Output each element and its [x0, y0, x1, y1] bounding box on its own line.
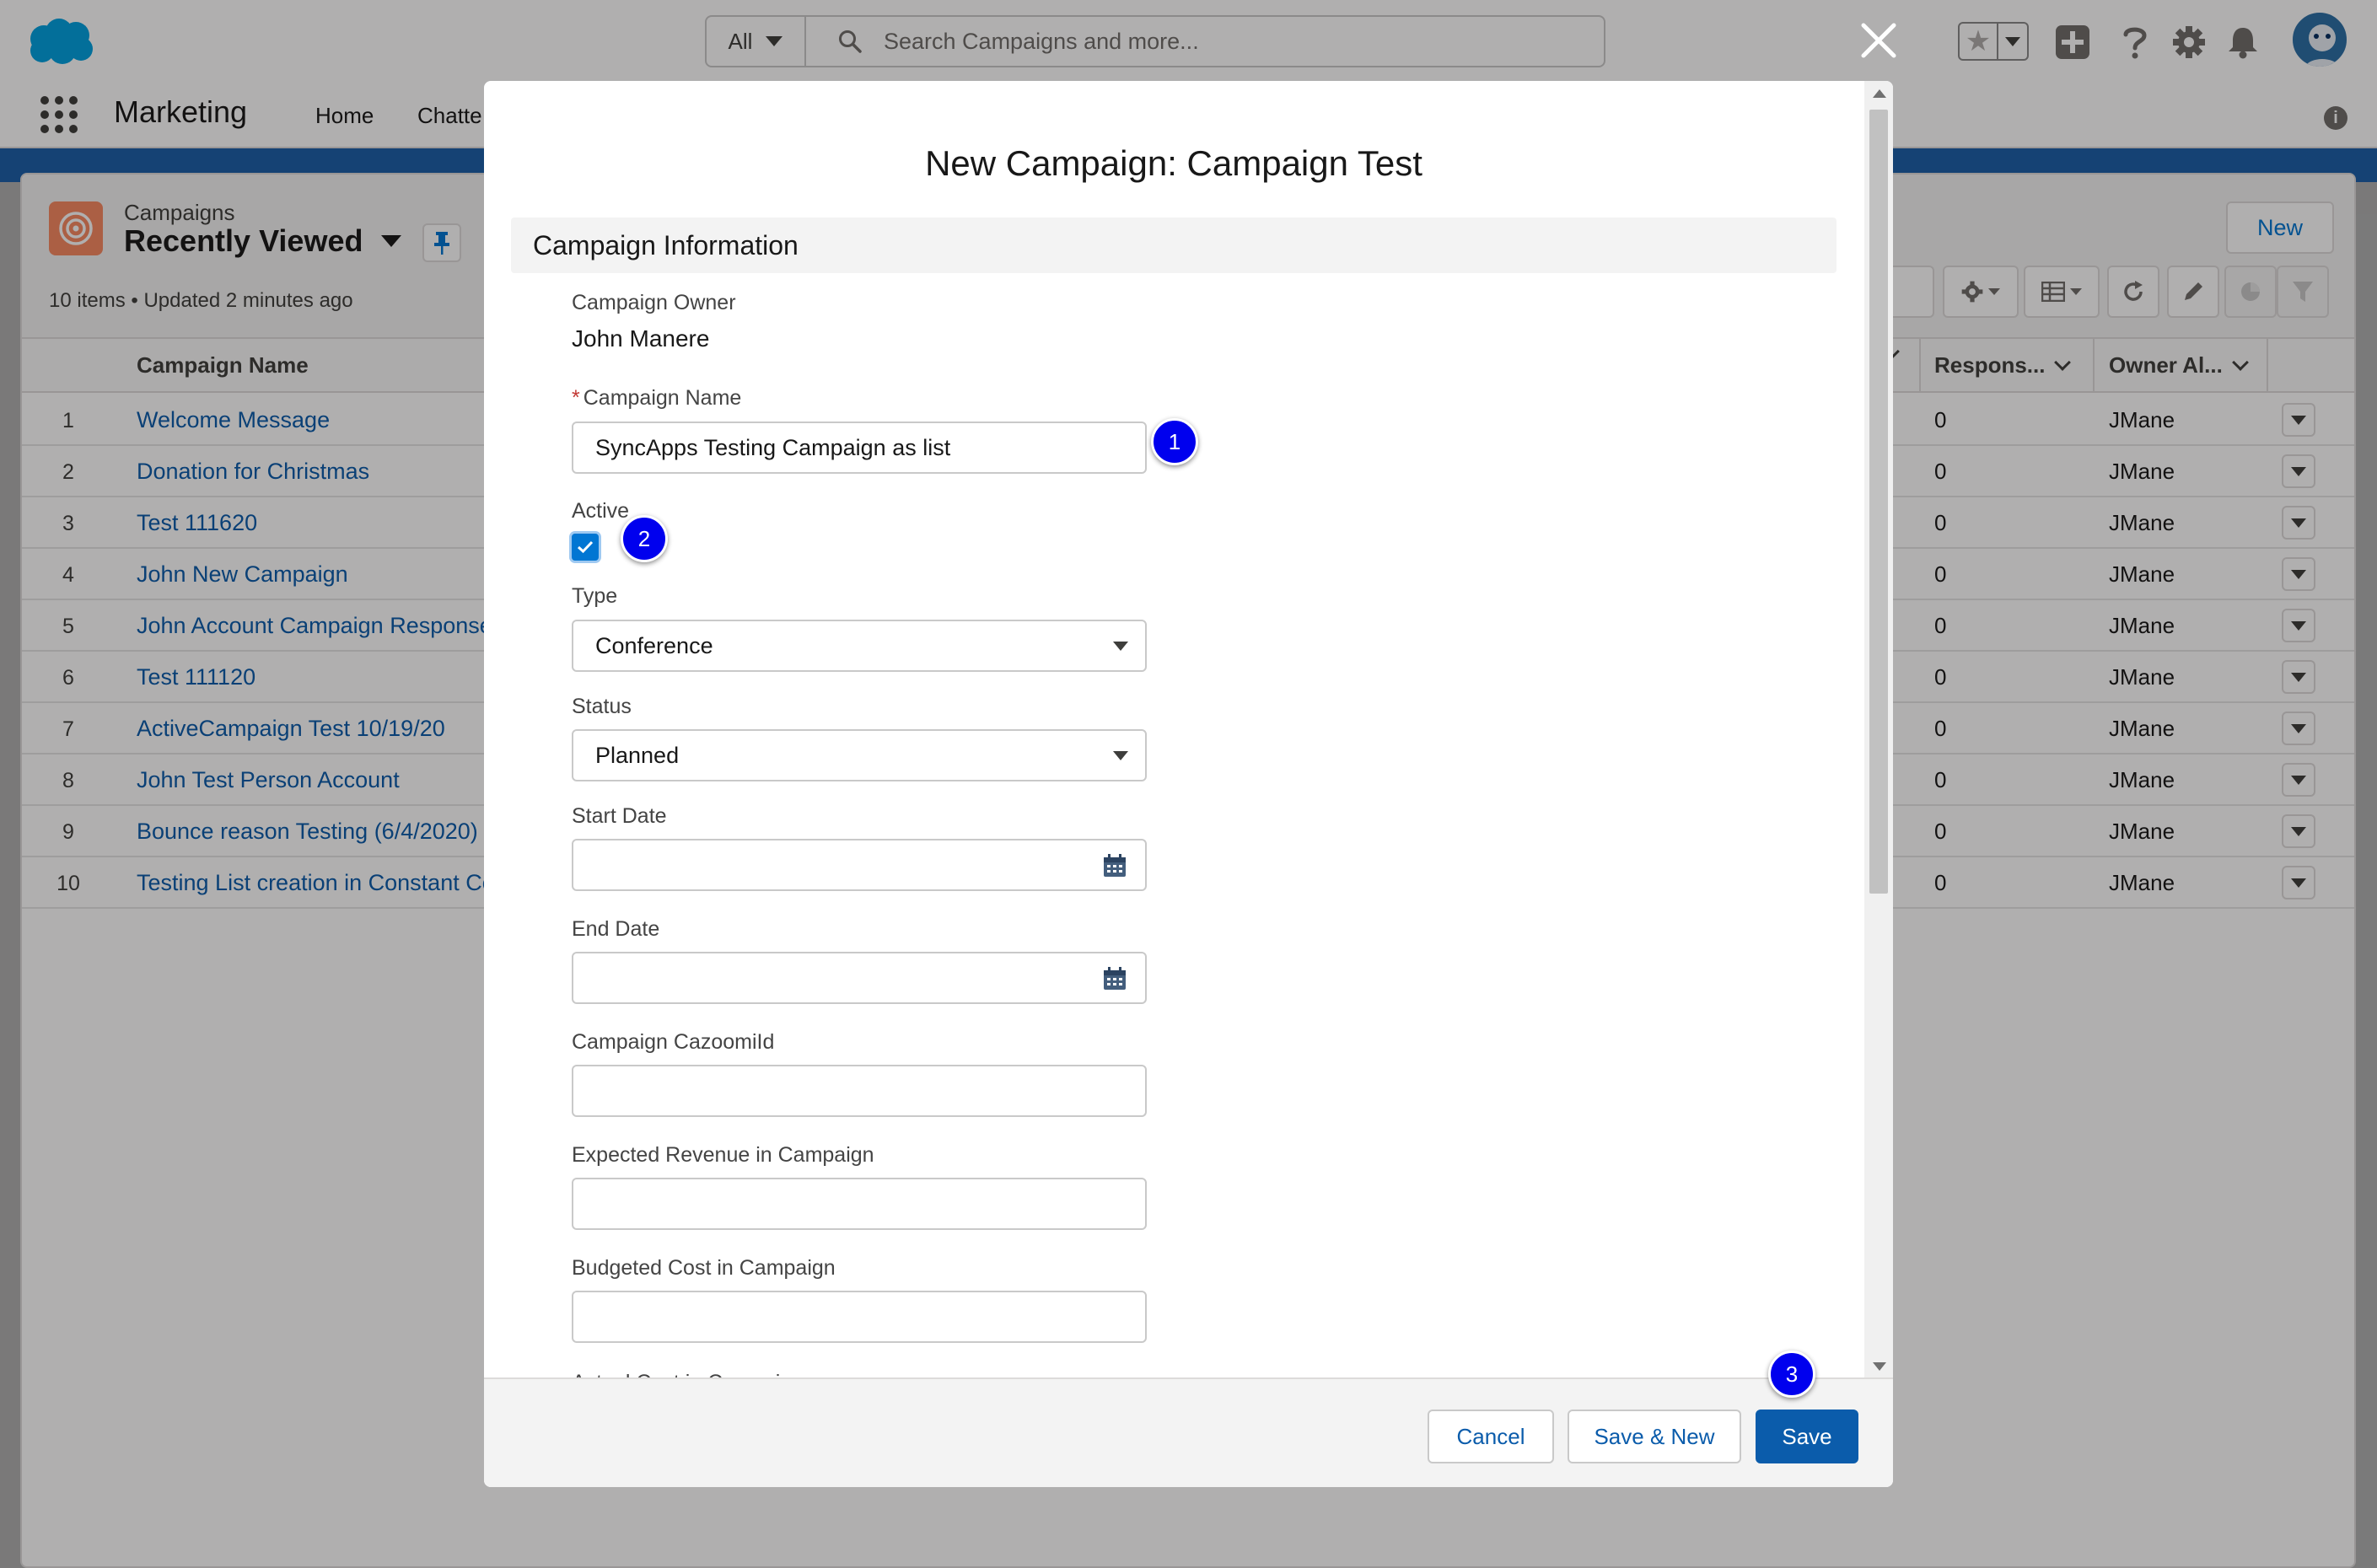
scroll-up-arrow-icon[interactable] [1873, 89, 1886, 98]
campaign-cazoomiid-label: Campaign CazoomiId [572, 1030, 775, 1054]
campaign-name-value: SyncApps Testing Campaign as list [595, 434, 951, 460]
section-header-campaign-information[interactable]: Campaign Information [511, 217, 1837, 273]
expected-revenue-input[interactable] [572, 1178, 1147, 1230]
status-selected-value: Planned [595, 742, 680, 768]
active-label: Active [572, 499, 630, 523]
scroll-down-arrow-icon[interactable] [1873, 1362, 1886, 1371]
step-badge-1: 1 [1151, 418, 1198, 465]
modal-footer: Cancel Save & New Save [484, 1377, 1893, 1487]
active-checkbox[interactable] [572, 534, 599, 561]
status-select[interactable]: Planned [572, 729, 1147, 781]
campaign-owner-label: Campaign Owner [572, 291, 736, 314]
campaign-cazoomiid-input[interactable] [572, 1065, 1147, 1117]
calendar-icon[interactable] [1103, 967, 1127, 991]
expected-revenue-label: Expected Revenue in Campaign [572, 1143, 874, 1167]
start-date-label: Start Date [572, 804, 667, 828]
type-selected-value: Conference [595, 632, 713, 658]
modal-scrollbar[interactable] [1864, 81, 1893, 1379]
scrollbar-thumb[interactable] [1869, 110, 1888, 894]
modal-title: New Campaign: Campaign Test [925, 143, 1422, 183]
campaign-name-label: * Campaign Name [572, 386, 742, 410]
chevron-down-icon [1113, 642, 1128, 651]
checkmark-icon [577, 540, 594, 554]
campaign-owner-value: John Manere [572, 325, 710, 352]
calendar-icon[interactable] [1103, 854, 1127, 878]
close-icon[interactable] [1857, 19, 1901, 62]
step-badge-2: 2 [621, 515, 668, 562]
required-asterisk: * [572, 386, 580, 410]
campaign-name-input[interactable]: SyncApps Testing Campaign as list [572, 422, 1147, 474]
start-date-input[interactable] [572, 839, 1147, 891]
cancel-button[interactable]: Cancel [1428, 1410, 1554, 1463]
step-badge-3: 3 [1768, 1351, 1815, 1398]
save-button[interactable]: Save [1756, 1410, 1858, 1463]
end-date-input[interactable] [572, 952, 1147, 1004]
type-select[interactable]: Conference [572, 620, 1147, 672]
end-date-label: End Date [572, 917, 660, 941]
type-label: Type [572, 584, 618, 608]
chevron-down-icon [1113, 751, 1128, 760]
budgeted-cost-label: Budgeted Cost in Campaign [572, 1256, 836, 1280]
budgeted-cost-input[interactable] [572, 1291, 1147, 1343]
new-campaign-modal: New Campaign: Campaign Test Campaign Inf… [484, 81, 1893, 1487]
status-label: Status [572, 695, 632, 718]
save-and-new-button[interactable]: Save & New [1568, 1410, 1741, 1463]
